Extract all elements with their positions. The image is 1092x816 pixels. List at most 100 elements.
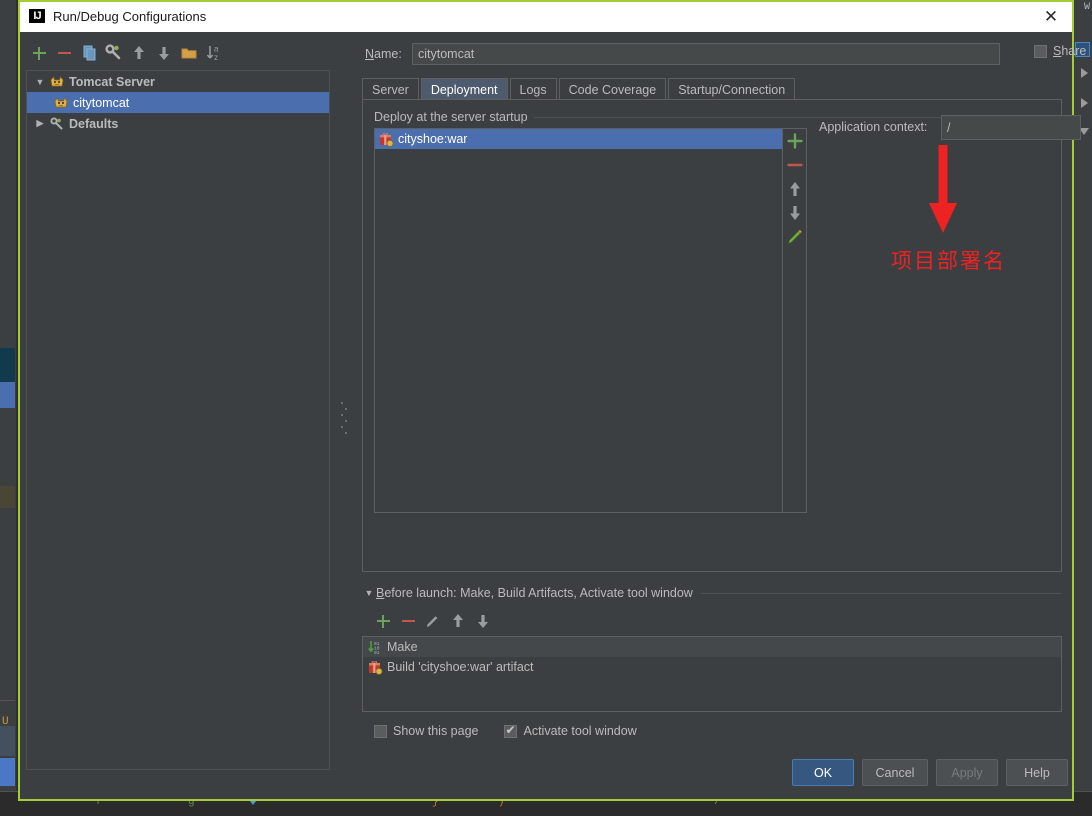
tree-node-tomcat-server[interactable]: ▼ Tomcat Server: [27, 71, 329, 92]
before-launch-toolbar: [372, 608, 1062, 632]
cancel-button[interactable]: Cancel: [862, 759, 928, 786]
list-item[interactable]: 01 10 01 Make: [363, 637, 1061, 657]
move-task-down-button[interactable]: [472, 610, 494, 632]
show-this-page-checkbox[interactable]: Show this page: [374, 724, 478, 738]
folder-icon: [181, 48, 197, 59]
arrow-up-icon: [453, 614, 463, 627]
add-configuration-button[interactable]: [28, 42, 50, 64]
edit-artifact-button[interactable]: [783, 225, 807, 249]
share-checkbox[interactable]: Share: [1034, 44, 1086, 58]
annotation-arrow-icon: [929, 145, 957, 233]
svg-text:01: 01: [374, 650, 380, 655]
arrow-down-icon: [478, 615, 488, 628]
deployment-tab-panel: Deploy at the server startup cityshoe:wa…: [362, 99, 1092, 572]
ide-left-toolbar-strip: U: [0, 0, 17, 816]
arrow-down-icon: [159, 47, 169, 60]
name-label-mnemonic: N: [365, 47, 375, 61]
remove-artifact-button[interactable]: [783, 153, 807, 177]
edit-defaults-button[interactable]: [103, 42, 125, 64]
annotation-text: 项目部署名: [891, 249, 1006, 273]
application-context-input[interactable]: [942, 115, 1092, 140]
tab-code-coverage[interactable]: Code Coverage: [558, 78, 667, 100]
pane-splitter[interactable]: [336, 32, 348, 803]
move-task-up-button[interactable]: [447, 610, 469, 632]
configurations-toolbar: a z: [20, 40, 336, 66]
sort-configurations-button[interactable]: a z: [203, 42, 225, 64]
list-item[interactable]: cityshoe:war: [375, 129, 782, 149]
move-up-button[interactable]: [128, 42, 150, 64]
before-launch-section: ▼ Before launch: Make, Build Artifacts, …: [362, 584, 1062, 738]
show-this-page-label: Show this page: [393, 724, 479, 738]
remove-task-button[interactable]: [397, 610, 419, 632]
sort-az-icon: a z: [206, 45, 219, 62]
name-label-rest: ame:: [374, 47, 402, 61]
copy-configuration-button[interactable]: [78, 42, 100, 64]
dialog-titlebar: IJ Run/Debug Configurations ✕: [20, 2, 1072, 32]
ide-bg-chip: [0, 486, 15, 508]
list-item-label: Build 'cityshoe:war' artifact: [387, 660, 534, 674]
move-down-button[interactable]: [153, 42, 175, 64]
annotation-overlay: 项目部署名: [819, 145, 1089, 345]
arrow-down-icon: [790, 206, 800, 220]
before-launch-task-list[interactable]: 01 10 01 Make Build 'cityshoe:war' artif…: [362, 636, 1062, 712]
tab-startup-connection[interactable]: Startup/Connection: [668, 78, 796, 100]
share-checkbox-box[interactable]: [1034, 44, 1047, 58]
deploy-group-title: Deploy at the server startup: [374, 110, 534, 124]
twisty-expanded-icon[interactable]: ▼: [362, 588, 376, 598]
artifact-icon: [367, 659, 383, 675]
list-item-label: Make: [387, 640, 418, 654]
apply-button: Apply: [936, 759, 998, 786]
deployment-list-toolbar: [783, 128, 807, 513]
ide-bg-arrow-icon: [1081, 98, 1088, 108]
move-artifact-up-button[interactable]: [783, 177, 807, 201]
twisty-collapsed-icon[interactable]: ▶: [31, 118, 49, 129]
ide-bg-text: U: [2, 716, 9, 728]
make-icon: 01 10 01: [367, 639, 383, 656]
pencil-icon: [788, 229, 803, 244]
ide-bg-chip: [0, 758, 15, 786]
configuration-editor-pane: Name: Share Server Deployment Logs Code …: [348, 32, 1092, 803]
configuration-name-input[interactable]: [412, 43, 1000, 65]
tomcat-icon: [49, 74, 65, 90]
share-checkbox-label: Share: [1053, 44, 1087, 58]
tree-node-citytomcat[interactable]: citytomcat: [27, 92, 329, 113]
before-launch-title: Before launch: Make, Build Artifacts, Ac…: [376, 586, 693, 600]
tab-logs[interactable]: Logs: [509, 78, 557, 100]
arrow-up-icon: [790, 182, 800, 196]
show-this-page-checkbox-box[interactable]: [374, 724, 387, 738]
before-launch-header: ▼ Before launch: Make, Build Artifacts, …: [362, 584, 1062, 602]
add-artifact-button[interactable]: [783, 129, 807, 153]
tab-deployment[interactable]: Deployment: [420, 78, 508, 100]
twisty-expanded-icon[interactable]: ▼: [31, 77, 49, 87]
application-context-combobox[interactable]: [941, 115, 1092, 140]
tree-node-defaults[interactable]: ▶ Defaults: [27, 113, 329, 134]
list-item-label: cityshoe:war: [398, 132, 468, 146]
move-artifact-down-button[interactable]: [783, 201, 807, 225]
run-debug-configurations-dialog: IJ Run/Debug Configurations ✕ a z ▼ Tomc…: [18, 0, 1092, 803]
edit-task-button[interactable]: [422, 610, 444, 632]
dialog-title: Run/Debug Configurations: [53, 9, 207, 24]
deployment-artifact-list[interactable]: cityshoe:war: [374, 128, 783, 513]
tree-node-label: Tomcat Server: [69, 74, 155, 89]
help-button[interactable]: Help: [1006, 759, 1068, 786]
dialog-footer: OK Cancel Apply Help: [20, 749, 1072, 799]
pencil-icon: [427, 616, 438, 627]
tree-node-label: Defaults: [69, 116, 119, 131]
ide-bg-text: W: [1083, 2, 1090, 13]
configuration-tabs: Server Deployment Logs Code Coverage Sta…: [362, 77, 797, 100]
ok-button[interactable]: OK: [792, 759, 854, 786]
close-icon[interactable]: ✕: [1040, 7, 1062, 27]
activate-tool-window-checkbox[interactable]: Activate tool window: [504, 723, 637, 738]
configurations-tree[interactable]: ▼ Tomcat Server citytomcat ▶ Defaults: [26, 70, 330, 770]
list-item[interactable]: Build 'cityshoe:war' artifact: [363, 657, 1061, 677]
remove-configuration-button[interactable]: [53, 42, 75, 64]
create-folder-button[interactable]: [178, 42, 200, 64]
tab-server[interactable]: Server: [362, 78, 419, 100]
add-task-button[interactable]: [372, 610, 394, 632]
before-launch-options: Show this page Activate tool window: [374, 723, 1062, 738]
ide-bg-arrow-icon: [1081, 68, 1088, 78]
activate-tool-window-label: Activate tool window: [523, 724, 637, 738]
tree-node-label: citytomcat: [73, 95, 130, 110]
activate-tool-window-checkbox-box[interactable]: [504, 723, 518, 738]
wrench-icon: [105, 44, 121, 60]
